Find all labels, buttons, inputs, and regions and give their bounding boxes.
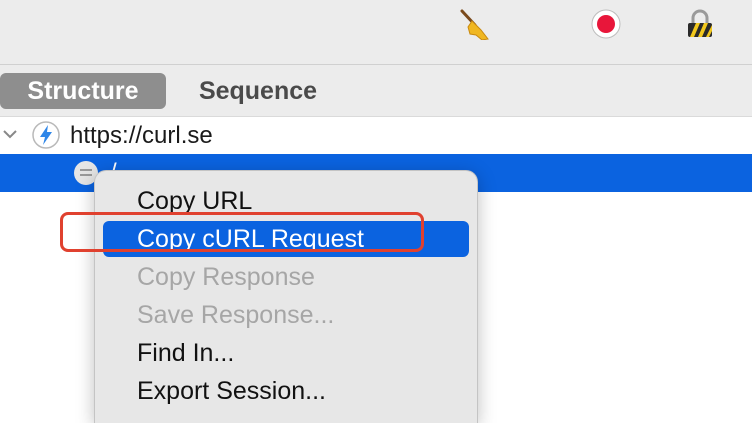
menu-item-label: Find In... <box>137 339 235 367</box>
chevron-down-icon[interactable] <box>2 127 18 145</box>
host-label: https://curl.se <box>70 122 213 149</box>
tab-structure[interactable]: Structure <box>0 73 166 109</box>
menu-item-label: Save Response... <box>137 301 335 329</box>
menu-item-find-in[interactable]: Find In... <box>103 335 469 371</box>
tree-row-host[interactable]: https://curl.se <box>0 117 752 155</box>
menu-item-label: Copy Response <box>137 263 315 291</box>
menu-item-export-session[interactable]: Export Session... <box>103 373 469 409</box>
context-menu: Copy URL Copy cURL Request Copy Response… <box>94 170 478 423</box>
menu-item-label: Export Session... <box>137 377 326 405</box>
highlight-annotation <box>60 212 424 252</box>
toolbar <box>0 0 752 65</box>
record-icon[interactable] <box>590 8 622 40</box>
lightning-icon <box>31 120 61 155</box>
menu-item-copy-response: Copy Response <box>103 259 469 295</box>
lock-icon[interactable] <box>684 8 716 40</box>
broom-icon[interactable] <box>458 8 490 41</box>
tab-sequence[interactable]: Sequence <box>182 73 334 109</box>
menu-item-save-response: Save Response... <box>103 297 469 333</box>
tab-bar: Structure Sequence <box>0 65 752 117</box>
